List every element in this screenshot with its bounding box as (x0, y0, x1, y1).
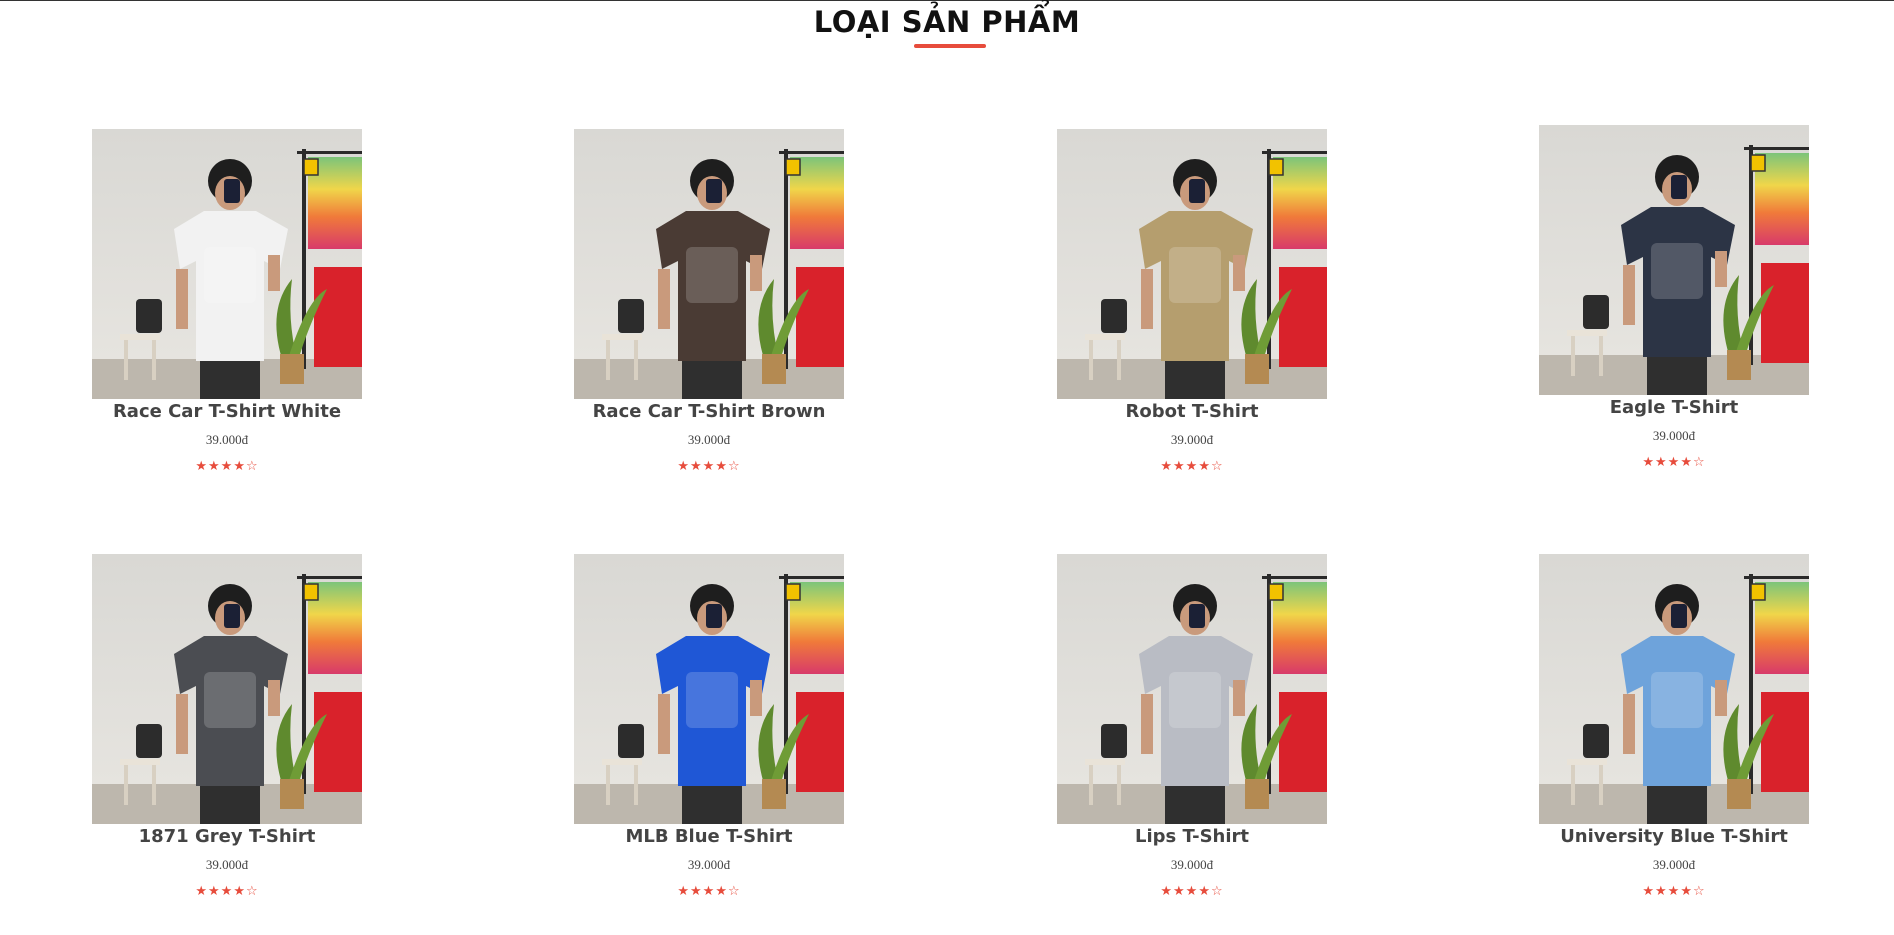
product-price: 39.000đ (687, 432, 731, 447)
star-filled-icon: ★ (702, 459, 716, 474)
star-filled-icon: ★ (220, 459, 234, 474)
product-image[interactable] (1057, 554, 1327, 824)
star-filled-icon: ★ (690, 459, 703, 474)
product-image[interactable] (92, 554, 362, 824)
product-name[interactable]: Eagle T-Shirt (1539, 397, 1809, 418)
star-filled-icon: ★ (715, 884, 728, 899)
rating-stars: ★★★★☆ (92, 884, 362, 899)
star-filled-icon: ★ (208, 459, 221, 474)
product-card[interactable]: Race Car T-Shirt Brown 39.000đ ★★★★☆ (574, 129, 844, 474)
star-filled-icon: ★ (715, 459, 728, 474)
star-filled-icon: ★ (1642, 455, 1656, 470)
product-image[interactable] (1539, 125, 1809, 395)
star-empty-icon: ☆ (1210, 459, 1224, 474)
product-image[interactable] (574, 554, 844, 824)
star-filled-icon: ★ (1160, 459, 1174, 474)
product-name[interactable]: Race Car T-Shirt Brown (574, 401, 844, 422)
star-empty-icon: ☆ (1210, 884, 1224, 899)
rating-stars: ★★★★☆ (1057, 459, 1327, 474)
product-price: 39.000đ (205, 857, 249, 872)
product-card[interactable]: Lips T-Shirt 39.000đ ★★★★☆ (1057, 554, 1327, 899)
star-filled-icon: ★ (1655, 455, 1668, 470)
rating-stars: ★★★★☆ (574, 884, 844, 899)
rating-stars: ★★★★☆ (1057, 884, 1327, 899)
product-price: 39.000đ (1170, 857, 1214, 872)
rating-stars: ★★★★☆ (1539, 455, 1809, 470)
star-empty-icon: ☆ (1692, 455, 1706, 470)
product-card[interactable]: 1871 Grey T-Shirt 39.000đ ★★★★☆ (92, 554, 362, 899)
star-empty-icon: ☆ (727, 459, 741, 474)
star-filled-icon: ★ (233, 459, 246, 474)
product-image[interactable] (1057, 129, 1327, 399)
product-name[interactable]: 1871 Grey T-Shirt (92, 826, 362, 847)
product-card[interactable]: MLB Blue T-Shirt 39.000đ ★★★★☆ (574, 554, 844, 899)
star-filled-icon: ★ (1198, 884, 1211, 899)
product-price: 39.000đ (1652, 857, 1696, 872)
star-filled-icon: ★ (233, 884, 246, 899)
product-price: 39.000đ (205, 432, 249, 447)
title-underline (914, 44, 986, 48)
star-filled-icon: ★ (1173, 884, 1186, 899)
star-filled-icon: ★ (195, 459, 209, 474)
product-category-section: LOẠI SẢN PHẨM Race Car T-Shirt White 39.… (0, 0, 1894, 935)
star-filled-icon: ★ (1173, 459, 1186, 474)
star-filled-icon: ★ (195, 884, 209, 899)
star-filled-icon: ★ (1160, 884, 1174, 899)
star-filled-icon: ★ (1642, 884, 1656, 899)
rating-stars: ★★★★☆ (92, 459, 362, 474)
star-filled-icon: ★ (1680, 455, 1693, 470)
star-filled-icon: ★ (677, 459, 691, 474)
star-filled-icon: ★ (208, 884, 221, 899)
product-name[interactable]: University Blue T-Shirt (1539, 826, 1809, 847)
star-filled-icon: ★ (1198, 459, 1211, 474)
star-filled-icon: ★ (1667, 455, 1681, 470)
star-empty-icon: ☆ (727, 884, 741, 899)
product-price: 39.000đ (1170, 432, 1214, 447)
product-price: 39.000đ (687, 857, 731, 872)
product-image[interactable] (574, 129, 844, 399)
star-empty-icon: ☆ (245, 459, 259, 474)
product-name[interactable]: Race Car T-Shirt White (92, 401, 362, 422)
star-filled-icon: ★ (1185, 884, 1199, 899)
product-name[interactable]: Robot T-Shirt (1057, 401, 1327, 422)
product-name[interactable]: Lips T-Shirt (1057, 826, 1327, 847)
product-name[interactable]: MLB Blue T-Shirt (574, 826, 844, 847)
product-card[interactable]: Eagle T-Shirt 39.000đ ★★★★☆ (1539, 125, 1809, 470)
section-title: LOẠI SẢN PHẨM (813, 5, 1081, 39)
rating-stars: ★★★★☆ (1539, 884, 1809, 899)
star-filled-icon: ★ (1185, 459, 1199, 474)
star-filled-icon: ★ (702, 884, 716, 899)
star-filled-icon: ★ (1655, 884, 1668, 899)
product-image[interactable] (92, 129, 362, 399)
star-empty-icon: ☆ (1692, 884, 1706, 899)
star-filled-icon: ★ (677, 884, 691, 899)
rating-stars: ★★★★☆ (574, 459, 844, 474)
star-empty-icon: ☆ (245, 884, 259, 899)
star-filled-icon: ★ (220, 884, 234, 899)
product-price: 39.000đ (1652, 428, 1696, 443)
star-filled-icon: ★ (1667, 884, 1681, 899)
product-card[interactable]: University Blue T-Shirt 39.000đ ★★★★☆ (1539, 554, 1809, 899)
product-image[interactable] (1539, 554, 1809, 824)
star-filled-icon: ★ (1680, 884, 1693, 899)
product-card[interactable]: Race Car T-Shirt White 39.000đ ★★★★☆ (92, 129, 362, 474)
product-card[interactable]: Robot T-Shirt 39.000đ ★★★★☆ (1057, 129, 1327, 474)
star-filled-icon: ★ (690, 884, 703, 899)
